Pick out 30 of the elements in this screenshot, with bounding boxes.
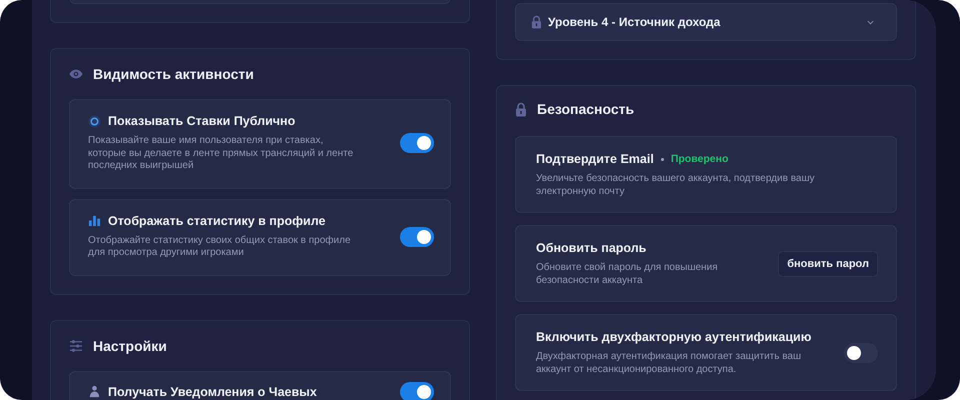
setting-title: Показывать Ставки Публично [108, 114, 296, 128]
lock-icon [531, 15, 542, 29]
section-title: Безопасность [537, 101, 634, 117]
person-icon [88, 385, 101, 398]
setting-title: Обновить пароль [536, 241, 646, 255]
level-dropdown[interactable]: Уровень 4 - Источник дохода [515, 3, 897, 41]
status-label: Проверено [670, 153, 728, 165]
chevron-down-icon [867, 20, 874, 24]
setting-description: Обновите свой пароль для повышения безопасности аккаунта [536, 262, 719, 287]
setting-description: Отображайте статистику своих общих ставок в профиле для просмотра другими игроками [88, 234, 352, 260]
lock-icon [515, 102, 527, 116]
toggle-switch[interactable] [844, 343, 878, 363]
eye-icon [69, 68, 83, 80]
separator-dot-icon [660, 158, 664, 160]
setting-title: Подтвердите Email [536, 152, 654, 166]
setting-title: Отображать статистику в профиле [108, 214, 326, 228]
setting-description: Увеличьте безопасность вашего аккаунта, подтвердив вашу электронную почту [536, 173, 816, 198]
toggle-switch[interactable] [400, 226, 434, 246]
section-title: Настройки [93, 338, 167, 354]
section-title: Видимость активности [93, 66, 254, 82]
sliders-icon [69, 340, 83, 352]
bar-chart-icon [88, 214, 101, 227]
setting-title: Включить двухфакторную аутентификацию [536, 330, 812, 344]
radio-dot-icon [88, 114, 101, 128]
toggle-switch[interactable] [400, 382, 434, 400]
setting-description: Двухфакторная аутентификация помогает защитить ваш аккаунт от несанкционированного доступа. [536, 351, 802, 376]
toggle-switch[interactable] [400, 133, 434, 154]
update-password-button[interactable]: бновить парол [778, 251, 878, 277]
setting-description: Показывайте ваше имя пользователя при ставках, которые вы делаете в ленте прямых трансляций и ленте последних выигрышей [88, 135, 354, 172]
setting-title: Получать Уведомления о Чаевых [108, 384, 317, 398]
